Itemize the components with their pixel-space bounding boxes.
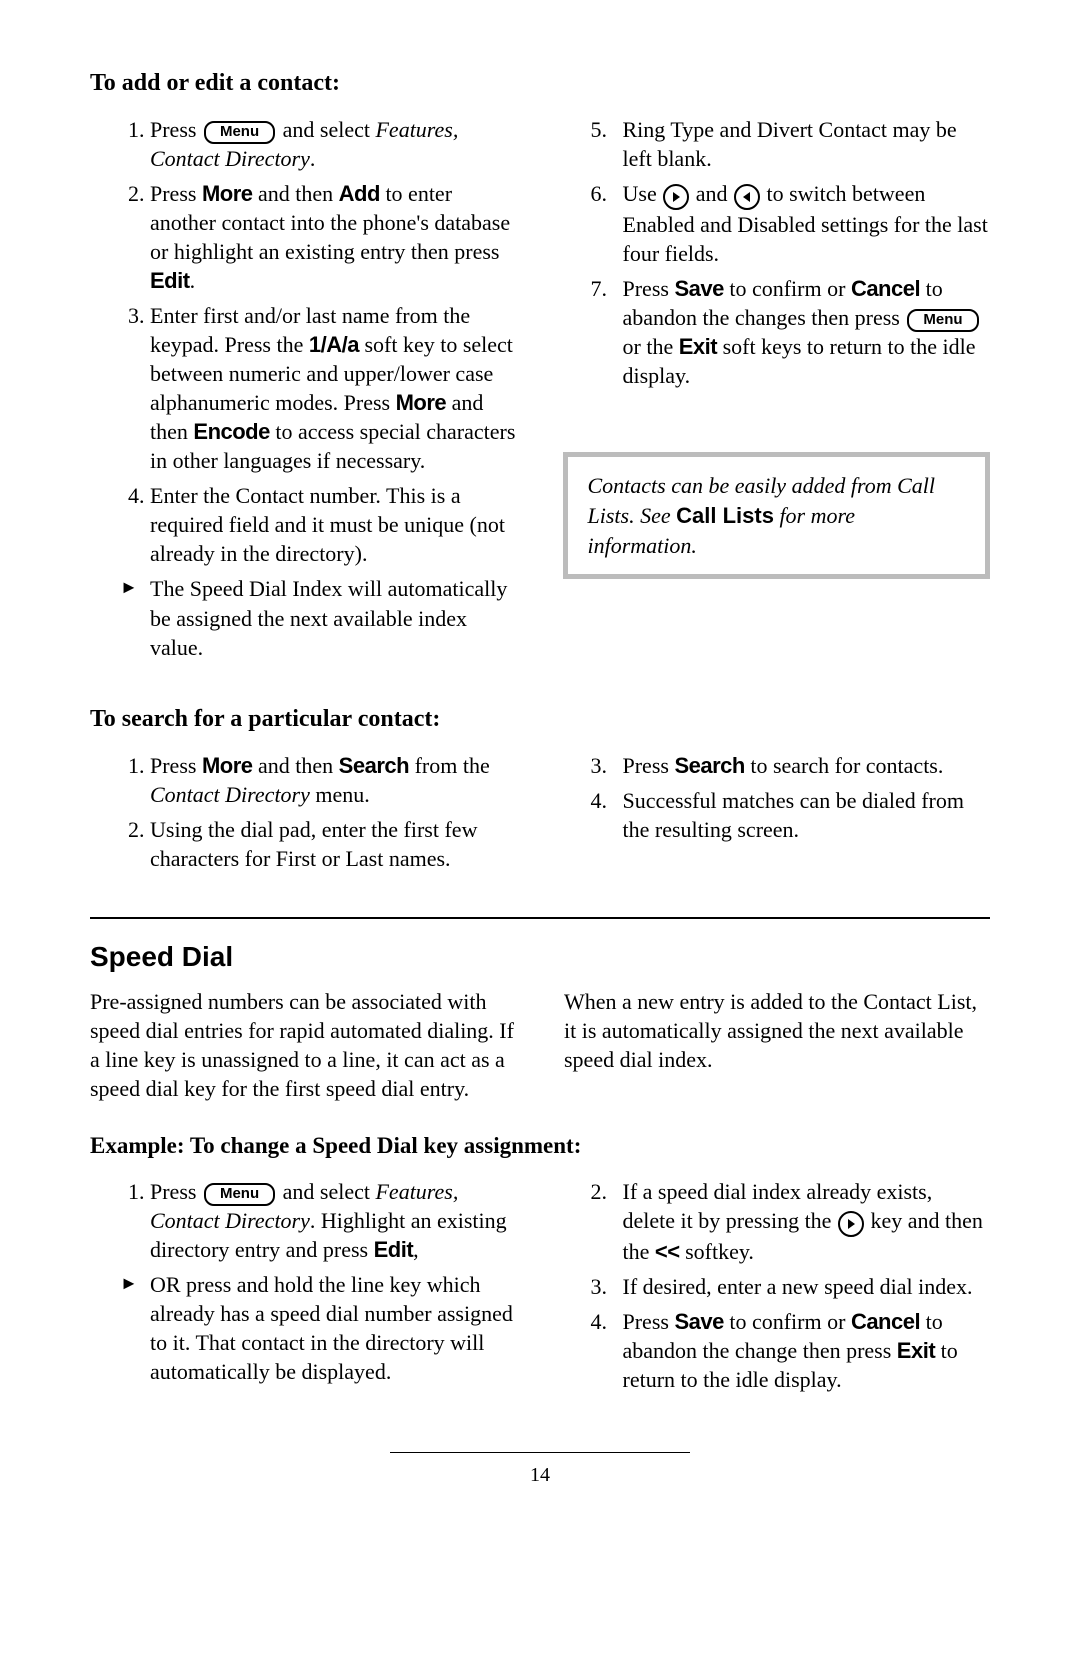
text: .	[310, 146, 316, 171]
scroll-right-icon	[663, 184, 689, 210]
search-step-2: Using the dial pad, enter the first few …	[150, 815, 518, 873]
text: Use	[623, 181, 663, 206]
text: Press	[150, 1179, 202, 1204]
text: Press	[623, 276, 675, 301]
add-edit-step-5: Ring Type and Divert Contact may be left…	[623, 115, 991, 173]
add-edit-step-1: Press Menu and select Features, Contact …	[150, 115, 518, 173]
scroll-right-icon	[838, 1211, 864, 1237]
text: Press	[623, 753, 675, 778]
speed-example-right-list: If a speed dial index already exists, de…	[563, 1177, 991, 1394]
add-edit-left: Press Menu and select Features, Contact …	[90, 115, 518, 668]
menu-key-icon: Menu	[204, 1183, 275, 1206]
text: Press	[150, 753, 202, 778]
softkey-delete: <<	[655, 1239, 680, 1264]
heading-speed-example: Example: To change a Speed Dial key assi…	[90, 1133, 990, 1159]
heading-search: To search for a particular contact:	[90, 706, 990, 733]
add-edit-columns: Press Menu and select Features, Contact …	[90, 115, 990, 668]
search-step-4: Successful matches can be dialed from th…	[623, 786, 991, 844]
add-edit-step-2: Press More and then Add to enter another…	[150, 179, 518, 295]
softkey-1Aa: 1/A/a	[309, 332, 359, 357]
softkey-add: Add	[339, 181, 380, 206]
scroll-left-icon	[734, 184, 760, 210]
text: and select	[283, 1179, 376, 1204]
text: and then	[253, 753, 339, 778]
softkey-more: More	[396, 390, 447, 415]
text: menu.	[310, 782, 370, 807]
softkey-cancel: Cancel	[851, 276, 920, 301]
add-edit-right-list: Ring Type and Divert Contact may be left…	[563, 115, 991, 390]
text: or the	[623, 334, 679, 359]
search-step-1: Press More and then Search from the Cont…	[150, 751, 518, 809]
page-footer: 14	[90, 1440, 990, 1487]
softkey-more: More	[202, 181, 253, 206]
add-edit-step-4: Enter the Contact number. This is a requ…	[150, 481, 518, 568]
footer-rule	[390, 1452, 690, 1453]
add-edit-step-7: Press Save to confirm or Cancel to aband…	[623, 274, 991, 390]
speed-example-left: Press Menu and select Features, Contact …	[90, 1177, 518, 1400]
softkey-edit: Edit	[150, 268, 190, 293]
add-edit-tri-note: The Speed Dial Index will automatically …	[150, 574, 518, 661]
softkey-more: More	[202, 753, 253, 778]
speed-example-left-list: Press Menu and select Features, Contact …	[90, 1177, 518, 1386]
softkey-cancel: Cancel	[851, 1309, 920, 1334]
search-left: Press More and then Search from the Cont…	[90, 751, 518, 879]
search-right-list: Press Search to search for contacts. Suc…	[563, 751, 991, 844]
text: to confirm or	[724, 1309, 851, 1334]
softkey-encode: Encode	[193, 419, 269, 444]
speed-ex-step-1: Press Menu and select Features, Contact …	[150, 1177, 518, 1264]
speed-example-columns: Press Menu and select Features, Contact …	[90, 1177, 990, 1400]
text: to confirm or	[724, 276, 851, 301]
text: .	[190, 268, 196, 293]
info-note-box: Contacts can be easily added from Call L…	[563, 452, 991, 579]
speed-example-right: If a speed dial index already exists, de…	[563, 1177, 991, 1400]
text: and	[696, 181, 733, 206]
text-italic: Contact Directory	[150, 782, 310, 807]
text: and select	[283, 117, 376, 142]
menu-key-icon: Menu	[204, 121, 275, 144]
search-right: Press Search to search for contacts. Suc…	[563, 751, 991, 879]
speed-ex-step-3: If desired, enter a new speed dial index…	[623, 1272, 991, 1301]
text: Press	[150, 117, 202, 142]
text: softkey.	[680, 1239, 754, 1264]
note-call-lists: Call Lists	[676, 503, 774, 528]
menu-key-icon: Menu	[907, 309, 978, 332]
page-number: 14	[90, 1464, 990, 1487]
softkey-exit: Exit	[897, 1338, 935, 1363]
search-step-3: Press Search to search for contacts.	[623, 751, 991, 780]
softkey-edit: Edit	[374, 1237, 414, 1262]
speed-ex-tri-note: OR press and hold the line key which alr…	[150, 1270, 518, 1386]
add-edit-right: Ring Type and Divert Contact may be left…	[563, 115, 991, 668]
heading-add-edit: To add or edit a contact:	[90, 70, 990, 97]
softkey-save: Save	[674, 276, 723, 301]
text: ,	[413, 1237, 419, 1262]
text: to search for contacts.	[745, 753, 944, 778]
heading-speed-dial: Speed Dial	[90, 941, 990, 973]
text: Press	[150, 181, 202, 206]
softkey-search: Search	[339, 753, 409, 778]
softkey-exit: Exit	[679, 334, 717, 359]
softkey-search: Search	[674, 753, 744, 778]
text: from the	[409, 753, 490, 778]
manual-page: To add or edit a contact: Press Menu and…	[0, 0, 1080, 1669]
section-divider	[90, 917, 990, 919]
text: and then	[253, 181, 339, 206]
add-edit-step-6: Use and to switch between Enabled and Di…	[623, 179, 991, 268]
speed-para: Pre-assigned numbers can be associated w…	[90, 987, 990, 1103]
speed-ex-step-4: Press Save to confirm or Cancel to aband…	[623, 1307, 991, 1394]
add-edit-step-3: Enter first and/or last name from the ke…	[150, 301, 518, 475]
search-columns: Press More and then Search from the Cont…	[90, 751, 990, 879]
text: Press	[623, 1309, 675, 1334]
add-edit-left-list: Press Menu and select Features, Contact …	[90, 115, 518, 662]
search-left-list: Press More and then Search from the Cont…	[90, 751, 518, 873]
speed-para-text: Pre-assigned numbers can be associated w…	[90, 987, 990, 1103]
speed-ex-step-2: If a speed dial index already exists, de…	[623, 1177, 991, 1266]
softkey-save: Save	[674, 1309, 723, 1334]
